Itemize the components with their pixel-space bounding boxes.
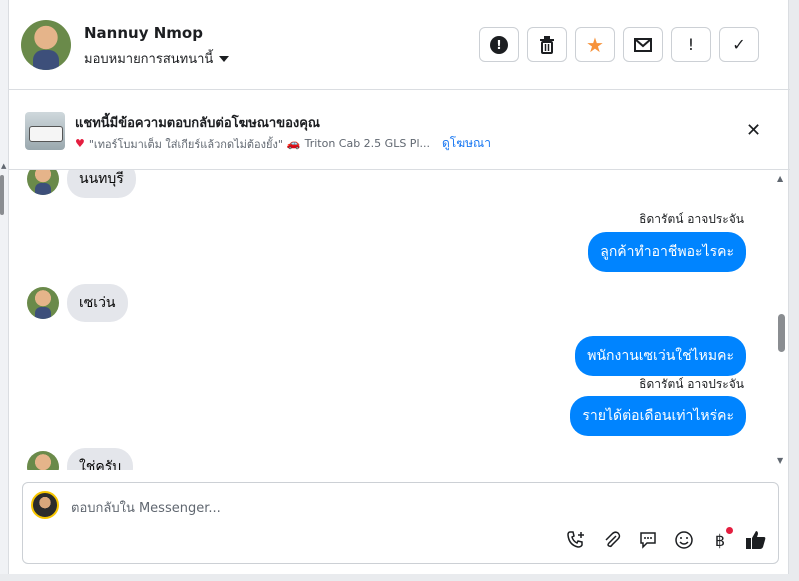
emoji-icon[interactable] [673, 529, 695, 551]
assign-label: มอบหมายการสนทนานี้ [84, 52, 214, 67]
mark-done-button[interactable]: ✓ [719, 27, 759, 62]
star-button[interactable]: ★ [575, 27, 615, 62]
ad-reply-banner: แชทนี้มีข้อความตอบกลับต่อโฆษณาของคุณ ♥ "… [9, 90, 790, 170]
paperclip-icon[interactable] [601, 529, 623, 551]
incoming-message: นนทบุรี [67, 170, 136, 198]
ad-banner-title: แชทนี้มีข้อความตอบกลับต่อโฆษณาของคุณ [75, 116, 320, 131]
alert-circle-icon: ! [490, 35, 508, 54]
scroll-up-icon[interactable]: ▲ [777, 174, 783, 183]
message-list: นนทบุรี ธิดารัตน์ อาจประจัน ลูกค้าทำอาชี… [9, 170, 790, 470]
close-icon[interactable]: ✕ [746, 120, 761, 141]
message-row: ใช่ครับ [27, 448, 134, 470]
star-icon: ★ [586, 32, 604, 57]
scroll-up-arrow-icon[interactable]: ▲ [1, 162, 6, 170]
mark-unread-button[interactable] [623, 27, 663, 62]
outgoing-message: พนักงานเซเว่นใช่ไหมคะ [575, 336, 746, 376]
call-add-icon[interactable] [565, 529, 587, 551]
trash-icon [540, 35, 554, 54]
mail-icon [634, 37, 652, 52]
reply-input[interactable]: ตอบกลับใน Messenger... [71, 497, 221, 518]
notification-dot [726, 527, 733, 534]
exclamation-icon: ! [687, 35, 695, 54]
mark-spam-button[interactable]: ! [479, 27, 519, 62]
window-bottom-edge [0, 574, 799, 581]
ad-quote: "เทอร์โบมาเต็ม ใส่เกียร์แล้วกดไม่ต้องยั้… [88, 137, 283, 151]
caret-down-icon [219, 55, 230, 62]
assign-conversation-dropdown[interactable]: มอบหมายการสนทนานี้ [84, 48, 230, 69]
left-scrollbar-thumb[interactable] [0, 175, 4, 215]
contact-avatar[interactable] [21, 20, 71, 70]
baht-glyph: ฿ [714, 530, 726, 550]
saved-reply-icon[interactable] [637, 529, 659, 551]
baht-icon[interactable]: ฿ [709, 527, 733, 551]
check-icon: ✓ [732, 35, 746, 54]
reply-composer: ตอบกลับใน Messenger... ฿ [22, 482, 779, 564]
ad-banner-subtitle: ♥ "เทอร์โบมาเต็ม ใส่เกียร์แล้วกดไม่ต้องย… [75, 134, 491, 153]
message-row: เซเว่น [27, 284, 128, 322]
message-row: นนทบุรี [27, 170, 136, 198]
ad-car: Triton Cab 2.5 GLS Pl... [304, 137, 430, 150]
incoming-message: เซเว่น [67, 284, 128, 322]
thumbs-up-icon[interactable] [745, 529, 767, 551]
contact-avatar-small [27, 287, 59, 319]
contact-avatar-small [27, 170, 59, 195]
header-actions: ! ★ ! ✓ [479, 27, 759, 62]
delete-button[interactable] [527, 27, 567, 62]
composer-tools: ฿ [565, 527, 767, 551]
follow-up-button[interactable]: ! [671, 27, 711, 62]
outgoing-message: รายได้ต่อเดือนเท่าไหร่คะ [570, 396, 746, 436]
outgoing-message: ลูกค้าทำอาชีพอะไรคะ [588, 232, 746, 272]
incoming-message: ใช่ครับ [67, 448, 134, 470]
view-ad-link[interactable]: ดูโฆษณา [442, 134, 491, 153]
sender-name: ธิดารัตน์ อาจประจัน [639, 212, 744, 226]
conversation-header: Nannuy Nmop มอบหมายการสนทนานี้ ! ★ ! ✓ [9, 0, 790, 90]
car-icon: 🚗 [286, 137, 301, 150]
message-scrollbar[interactable]: ▲ ▼ [773, 172, 789, 470]
page-avatar [31, 491, 59, 519]
sender-name: ธิดารัตน์ อาจประจัน [639, 377, 744, 391]
scroll-down-icon[interactable]: ▼ [777, 456, 783, 465]
left-panel-edge: ▲ [0, 0, 8, 581]
conversation-panel: Nannuy Nmop มอบหมายการสนทนานี้ ! ★ ! ✓ แ… [8, 0, 790, 581]
heart-icon: ♥ [75, 137, 85, 150]
scrollbar-thumb[interactable] [778, 314, 785, 352]
ad-thumbnail[interactable] [25, 112, 65, 150]
contact-name[interactable]: Nannuy Nmop [84, 24, 203, 42]
contact-avatar-small [27, 451, 59, 470]
